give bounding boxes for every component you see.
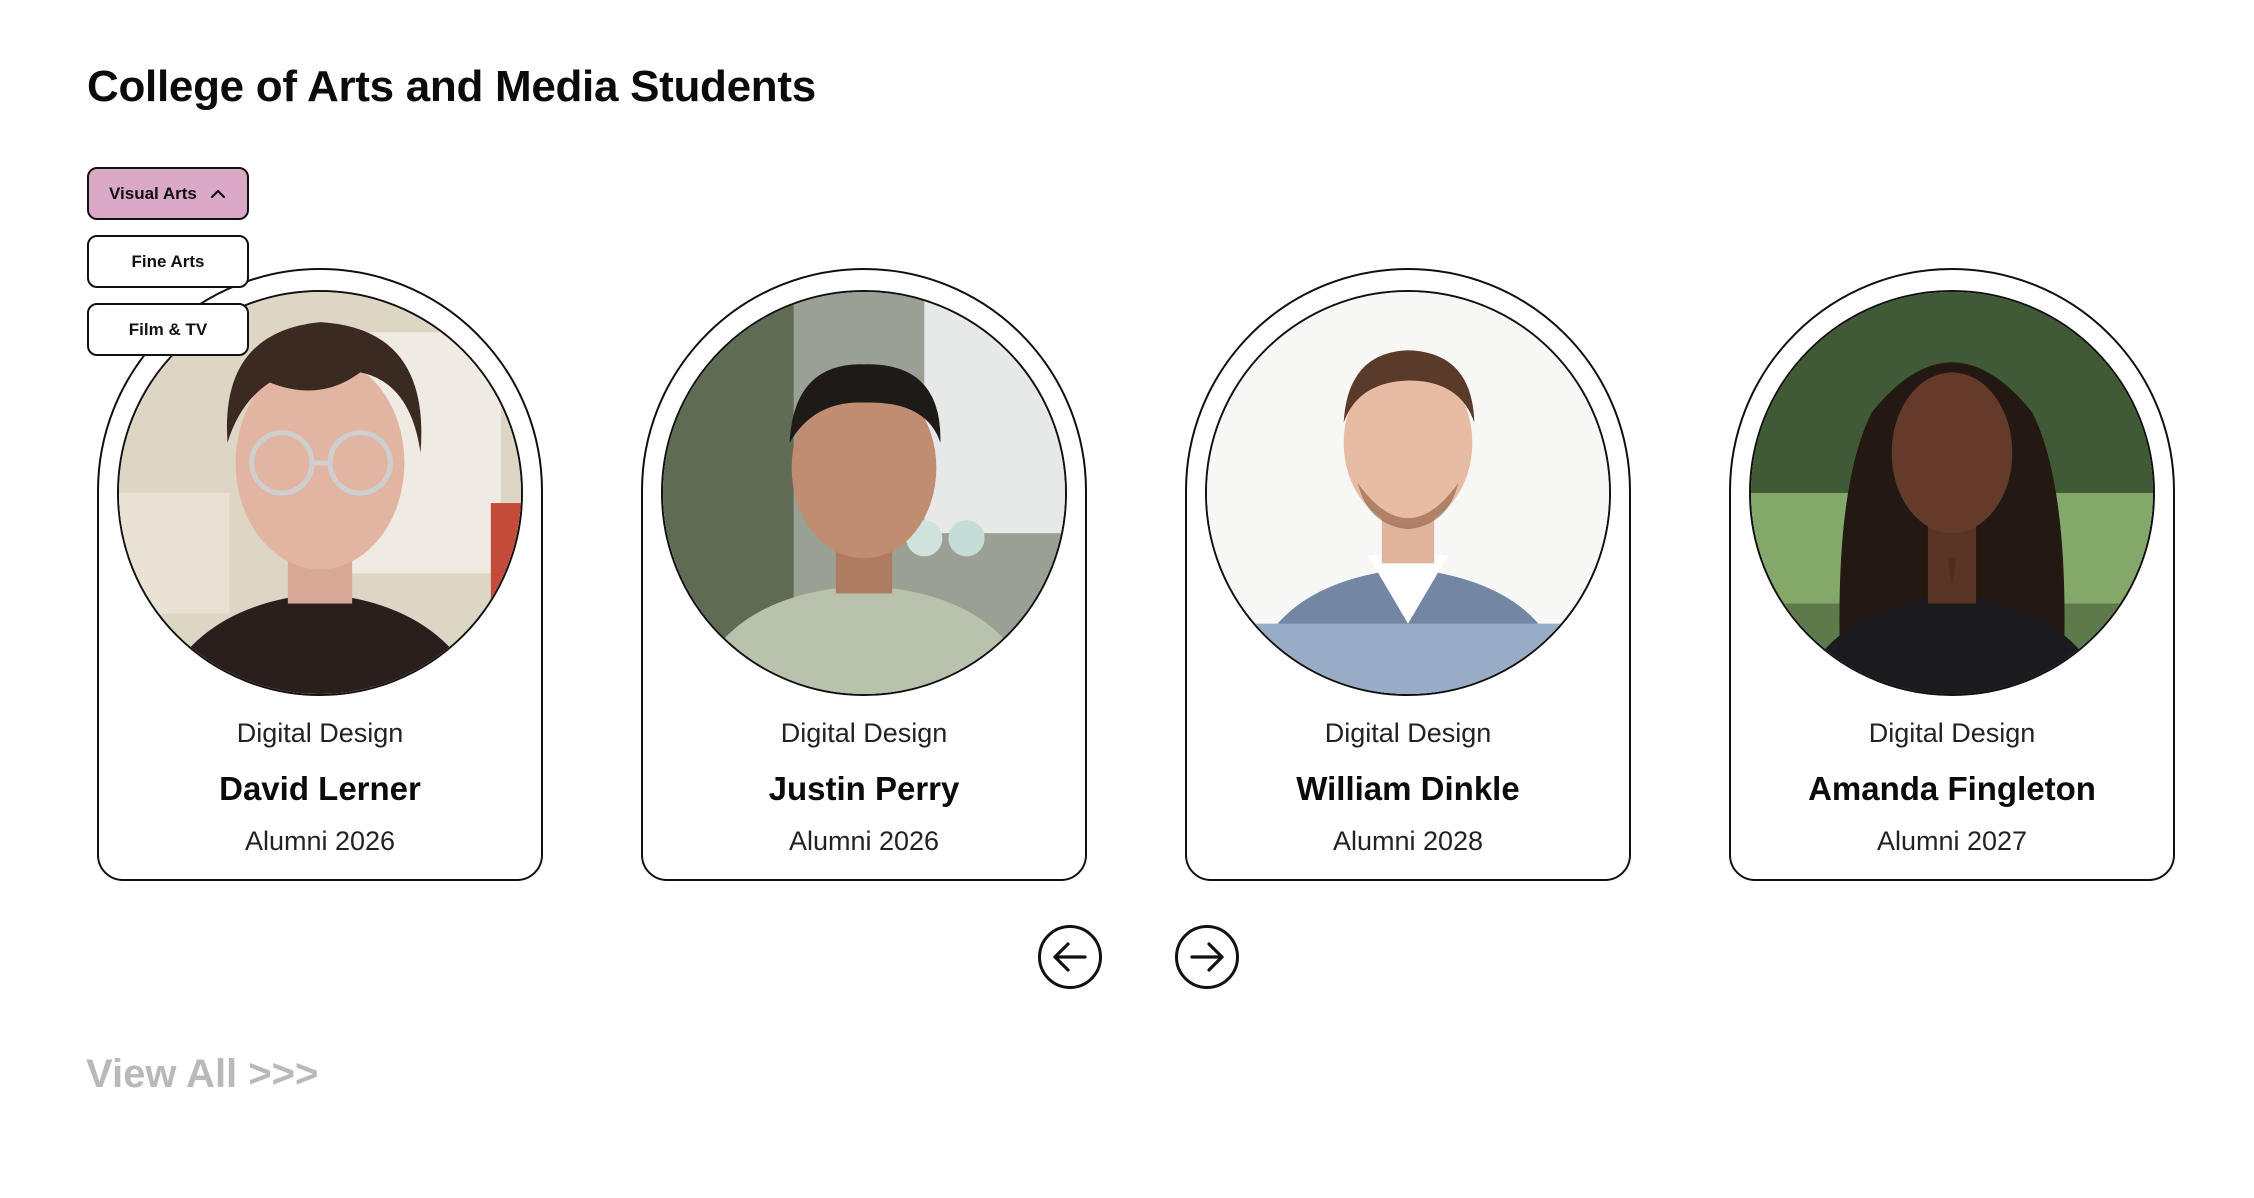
filter-option-label: Fine Arts bbox=[131, 251, 205, 271]
page-title: College of Arts and Media Students bbox=[87, 62, 816, 111]
student-card[interactable]: Digital Design Amanda Fingleton Alumni 2… bbox=[1729, 268, 2175, 881]
student-program: Digital Design bbox=[1324, 718, 1492, 748]
filter-option-label: Film & TV bbox=[128, 319, 208, 339]
student-alumni-year: Alumni 2026 bbox=[788, 826, 940, 856]
filter-selected-label: Visual Arts bbox=[109, 183, 197, 203]
student-alumni-year: Alumni 2027 bbox=[1876, 826, 2028, 856]
filter-option-film-tv[interactable]: Film & TV bbox=[87, 303, 249, 356]
student-card[interactable]: Digital Design David Lerner Alumni 2026 bbox=[97, 268, 543, 881]
student-name: David Lerner bbox=[219, 770, 421, 807]
view-all-link[interactable]: View All >>> bbox=[86, 1052, 318, 1097]
student-photo bbox=[1205, 290, 1611, 696]
filter-option-fine-arts[interactable]: Fine Arts bbox=[87, 235, 249, 288]
arrow-left-icon bbox=[1038, 925, 1102, 989]
student-program: Digital Design bbox=[236, 718, 404, 748]
filter-dropdown-visual-arts[interactable]: Visual Arts bbox=[87, 167, 249, 220]
student-program: Digital Design bbox=[780, 718, 948, 748]
student-name: Amanda Fingleton bbox=[1808, 770, 2096, 807]
student-photo bbox=[661, 290, 1067, 696]
carousel-prev-button[interactable] bbox=[1037, 924, 1103, 990]
student-card[interactable]: Digital Design Justin Perry Alumni 2026 bbox=[641, 268, 1087, 881]
student-alumni-year: Alumni 2026 bbox=[244, 826, 396, 856]
student-alumni-year: Alumni 2028 bbox=[1332, 826, 1484, 856]
student-photo bbox=[1749, 290, 2155, 696]
arrow-right-icon bbox=[1175, 925, 1239, 989]
student-name: William Dinkle bbox=[1296, 770, 1520, 807]
student-card[interactable]: Digital Design William Dinkle Alumni 202… bbox=[1185, 268, 1631, 881]
chevron-up-icon bbox=[209, 185, 227, 203]
carousel-next-button[interactable] bbox=[1174, 924, 1240, 990]
student-name: Justin Perry bbox=[768, 770, 960, 807]
student-program: Digital Design bbox=[1868, 718, 2036, 748]
